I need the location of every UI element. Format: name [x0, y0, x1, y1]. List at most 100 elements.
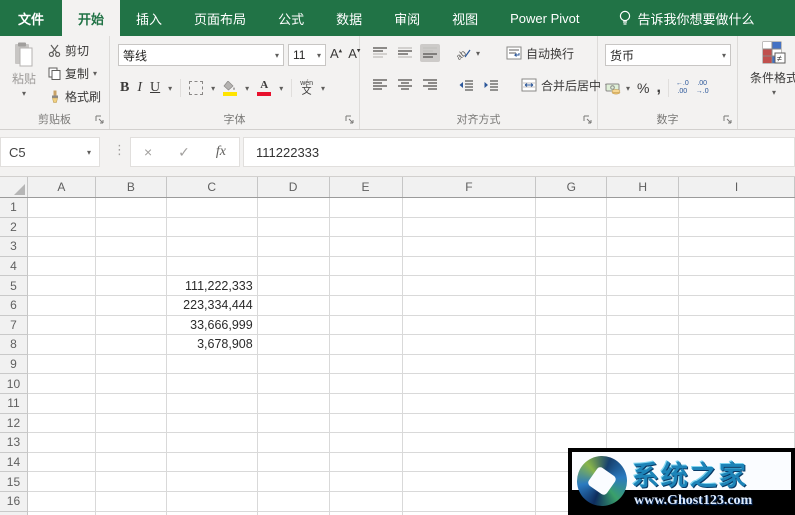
cell-C11[interactable] [167, 394, 258, 414]
cell-F15[interactable] [403, 472, 537, 492]
underline-dropdown-icon[interactable]: ▾ [168, 84, 172, 93]
underline-button[interactable]: U [150, 80, 160, 96]
row-header-16[interactable]: 16 [0, 492, 28, 512]
cell-I2[interactable] [679, 218, 795, 238]
cell-C10[interactable] [167, 374, 258, 394]
column-header-A[interactable]: A [28, 177, 96, 197]
cell-B1[interactable] [96, 198, 167, 218]
cell-B17[interactable] [96, 512, 167, 515]
cell-D5[interactable] [258, 276, 330, 296]
cell-I3[interactable] [679, 237, 795, 257]
cell-G11[interactable] [536, 394, 607, 414]
column-header-G[interactable]: G [536, 177, 607, 197]
cell-C13[interactable] [167, 433, 258, 453]
cell-F1[interactable] [403, 198, 537, 218]
paste-button[interactable]: 粘贴 ▾ [5, 42, 43, 120]
cell-F14[interactable] [403, 453, 537, 473]
ribbon-tab[interactable]: 公式 [262, 0, 320, 36]
cell-E11[interactable] [330, 394, 403, 414]
cell-C1[interactable] [167, 198, 258, 218]
cell-A4[interactable] [28, 257, 96, 277]
cell-F7[interactable] [403, 316, 537, 336]
cell-C9[interactable] [167, 355, 258, 375]
clipboard-dialog-launcher-icon[interactable] [94, 114, 106, 126]
cell-H7[interactable] [607, 316, 679, 336]
copy-button[interactable]: 复制 ▾ [48, 65, 101, 82]
cell-H10[interactable] [607, 374, 679, 394]
cell-A17[interactable] [28, 512, 96, 515]
align-right-button[interactable] [420, 76, 440, 94]
increase-indent-button[interactable] [481, 76, 501, 94]
cell-I10[interactable] [679, 374, 795, 394]
cell-A12[interactable] [28, 414, 96, 434]
cell-G7[interactable] [536, 316, 607, 336]
decrease-font-size-button[interactable]: A▾ [348, 46, 360, 61]
cell-G8[interactable] [536, 335, 607, 355]
row-header-4[interactable]: 4 [0, 257, 28, 277]
cell-H9[interactable] [607, 355, 679, 375]
name-box-dropdown-icon[interactable]: ▾ [87, 148, 91, 157]
cell-D17[interactable] [258, 512, 330, 515]
font-size-combo[interactable]: 11 ▾ [288, 44, 326, 66]
borders-dropdown-icon[interactable]: ▾ [211, 84, 215, 93]
row-header-2[interactable]: 2 [0, 218, 28, 238]
cell-B5[interactable] [96, 276, 167, 296]
cell-B16[interactable] [96, 492, 167, 512]
insert-function-button[interactable]: fx [216, 144, 226, 160]
cell-A7[interactable] [28, 316, 96, 336]
cell-G9[interactable] [536, 355, 607, 375]
cell-F9[interactable] [403, 355, 537, 375]
align-center-button[interactable] [395, 76, 415, 94]
cell-B3[interactable] [96, 237, 167, 257]
cancel-button[interactable]: × [144, 144, 152, 160]
cell-C2[interactable] [167, 218, 258, 238]
cell-B6[interactable] [96, 296, 167, 316]
row-header-8[interactable]: 8 [0, 335, 28, 355]
cell-F4[interactable] [403, 257, 537, 277]
column-header-E[interactable]: E [330, 177, 403, 197]
cell-E10[interactable] [330, 374, 403, 394]
cell-C12[interactable] [167, 414, 258, 434]
comma-style-button[interactable]: , [656, 79, 660, 97]
cell-G3[interactable] [536, 237, 607, 257]
cell-E14[interactable] [330, 453, 403, 473]
cell-A6[interactable] [28, 296, 96, 316]
cell-F10[interactable] [403, 374, 537, 394]
cell-E4[interactable] [330, 257, 403, 277]
cell-G4[interactable] [536, 257, 607, 277]
cell-B14[interactable] [96, 453, 167, 473]
cell-C16[interactable] [167, 492, 258, 512]
row-header-14[interactable]: 14 [0, 453, 28, 473]
cell-C6[interactable]: 223,334,444 [167, 296, 258, 316]
decrease-indent-button[interactable] [456, 76, 476, 94]
cell-A13[interactable] [28, 433, 96, 453]
conditional-formatting-dropdown-icon[interactable]: ▾ [772, 88, 776, 97]
row-header-3[interactable]: 3 [0, 237, 28, 257]
cell-F2[interactable] [403, 218, 537, 238]
alignment-dialog-launcher-icon[interactable] [582, 114, 594, 126]
cell-D14[interactable] [258, 453, 330, 473]
align-top-button[interactable] [370, 44, 390, 62]
accounting-dropdown-icon[interactable]: ▾ [626, 84, 630, 93]
cell-G1[interactable] [536, 198, 607, 218]
borders-button[interactable] [189, 81, 203, 95]
font-size-dropdown-icon[interactable]: ▾ [317, 51, 321, 60]
cell-C4[interactable] [167, 257, 258, 277]
cell-E17[interactable] [330, 512, 403, 515]
cell-D3[interactable] [258, 237, 330, 257]
cell-F6[interactable] [403, 296, 537, 316]
cell-E9[interactable] [330, 355, 403, 375]
formula-input[interactable]: 111222333 [243, 137, 795, 167]
cell-E5[interactable] [330, 276, 403, 296]
column-header-H[interactable]: H [607, 177, 679, 197]
font-color-button[interactable]: A [257, 80, 271, 96]
cell-F16[interactable] [403, 492, 537, 512]
row-header-1[interactable]: 1 [0, 198, 28, 218]
cell-I6[interactable] [679, 296, 795, 316]
cell-I5[interactable] [679, 276, 795, 296]
cell-I1[interactable] [679, 198, 795, 218]
cell-A2[interactable] [28, 218, 96, 238]
cell-D7[interactable] [258, 316, 330, 336]
cell-C7[interactable]: 33,666,999 [167, 316, 258, 336]
cell-E6[interactable] [330, 296, 403, 316]
